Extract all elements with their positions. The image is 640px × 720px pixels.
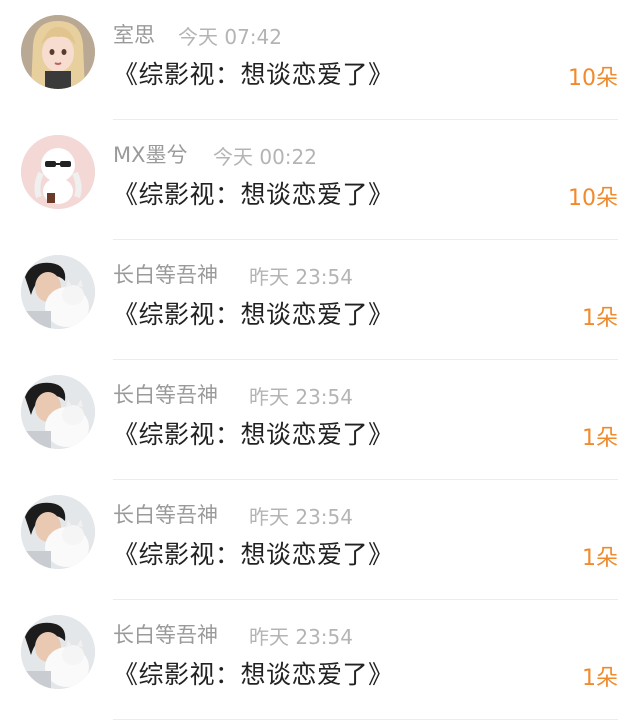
flower-count: 10朵 xyxy=(568,186,618,211)
book-title[interactable]: 《综影视：想谈恋爱了》 xyxy=(113,55,394,91)
sender-name[interactable]: 长白等吾神 xyxy=(113,499,218,529)
book-title[interactable]: 《综影视：想谈恋爱了》 xyxy=(113,175,394,211)
list-item[interactable]: 长白等吾神 昨天 23:54 《综影视：想谈恋爱了》 1朵 xyxy=(0,360,640,480)
person-with-cat-avatar[interactable] xyxy=(21,615,95,689)
flower-count: 1朵 xyxy=(582,546,618,571)
list-item[interactable]: 长白等吾神 昨天 23:54 《综影视：想谈恋爱了》 1朵 xyxy=(0,600,640,720)
sender-name[interactable]: 室思 xyxy=(113,19,155,49)
sent-time: 昨天 23:54 xyxy=(249,385,353,409)
flower-count: 1朵 xyxy=(582,666,618,691)
book-title[interactable]: 《综影视：想谈恋爱了》 xyxy=(113,415,394,451)
sent-time: 今天 07:42 xyxy=(178,25,282,49)
sender-name[interactable]: MX墨兮 xyxy=(113,139,188,169)
flower-count: 10朵 xyxy=(568,66,618,91)
book-title[interactable]: 《综影视：想谈恋爱了》 xyxy=(113,535,394,571)
book-title[interactable]: 《综影视：想谈恋爱了》 xyxy=(113,655,394,691)
flower-count: 1朵 xyxy=(582,426,618,451)
sent-time: 昨天 23:54 xyxy=(249,265,353,289)
sent-time: 今天 00:22 xyxy=(213,145,317,169)
sender-name[interactable]: 长白等吾神 xyxy=(113,619,218,649)
person-with-cat-avatar[interactable] xyxy=(21,255,95,329)
sent-time: 昨天 23:54 xyxy=(249,625,353,649)
list-item[interactable]: MX墨兮 今天 00:22 《综影视：想谈恋爱了》 10朵 xyxy=(0,120,640,240)
sender-name[interactable]: 长白等吾神 xyxy=(113,379,218,409)
anime-girl-avatar[interactable] xyxy=(21,15,95,89)
list-item[interactable]: 长白等吾神 昨天 23:54 《综影视：想谈恋爱了》 1朵 xyxy=(0,240,640,360)
chibi-sunglasses-avatar[interactable] xyxy=(21,135,95,209)
person-with-cat-avatar[interactable] xyxy=(21,375,95,449)
person-with-cat-avatar[interactable] xyxy=(21,495,95,569)
sent-time: 昨天 23:54 xyxy=(249,505,353,529)
flower-count: 1朵 xyxy=(582,306,618,331)
gift-list: 室思 今天 07:42 《综影视：想谈恋爱了》 10朵 MX墨兮 今天 00:2… xyxy=(0,0,640,720)
list-item[interactable]: 室思 今天 07:42 《综影视：想谈恋爱了》 10朵 xyxy=(0,0,640,120)
sender-name[interactable]: 长白等吾神 xyxy=(113,259,218,289)
list-item[interactable]: 长白等吾神 昨天 23:54 《综影视：想谈恋爱了》 1朵 xyxy=(0,480,640,600)
book-title[interactable]: 《综影视：想谈恋爱了》 xyxy=(113,295,394,331)
